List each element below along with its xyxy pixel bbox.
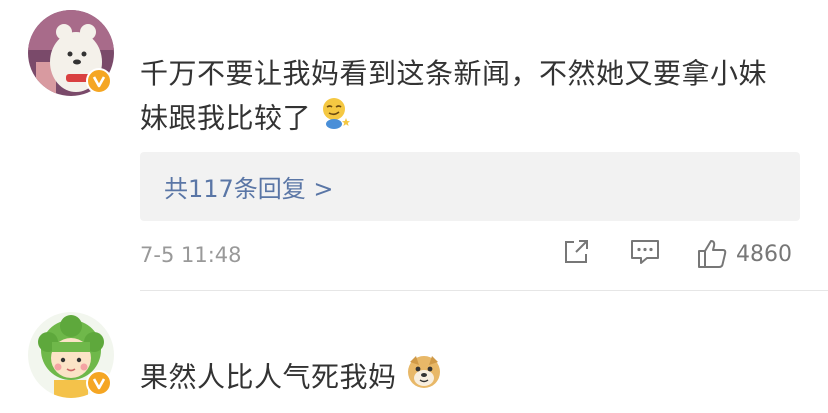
avatar[interactable] xyxy=(28,10,114,96)
comment-divider xyxy=(140,290,828,291)
avatar[interactable] xyxy=(28,312,114,398)
comment-text: 千万不要让我妈看到这条新闻，不然她又要拿小妹妹跟我比较了 xyxy=(140,52,790,143)
smirk-face-emoji xyxy=(320,96,352,143)
view-replies-button[interactable]: 共117条回复 > xyxy=(140,152,800,221)
comment-text: 果然人比人气死我妈 xyxy=(140,354,790,403)
comment-icon xyxy=(631,240,659,264)
share-icon xyxy=(565,240,588,263)
verified-v-badge-icon xyxy=(86,370,112,396)
thumbs-up-icon xyxy=(698,240,727,268)
comment-button[interactable] xyxy=(630,238,660,266)
doge-emoji xyxy=(406,354,442,403)
like-count: 4860 xyxy=(736,241,792,267)
comment-text-body: 千万不要让我妈看到这条新闻，不然她又要拿小妹妹跟我比较了 xyxy=(140,57,768,135)
verified-v-badge-icon xyxy=(86,68,112,94)
comment-timestamp: 7-5 11:48 xyxy=(140,243,242,267)
comment-text-body: 果然人比人气死我妈 xyxy=(140,360,397,394)
share-button[interactable] xyxy=(562,238,590,266)
like-button[interactable]: 4860 xyxy=(696,238,792,270)
